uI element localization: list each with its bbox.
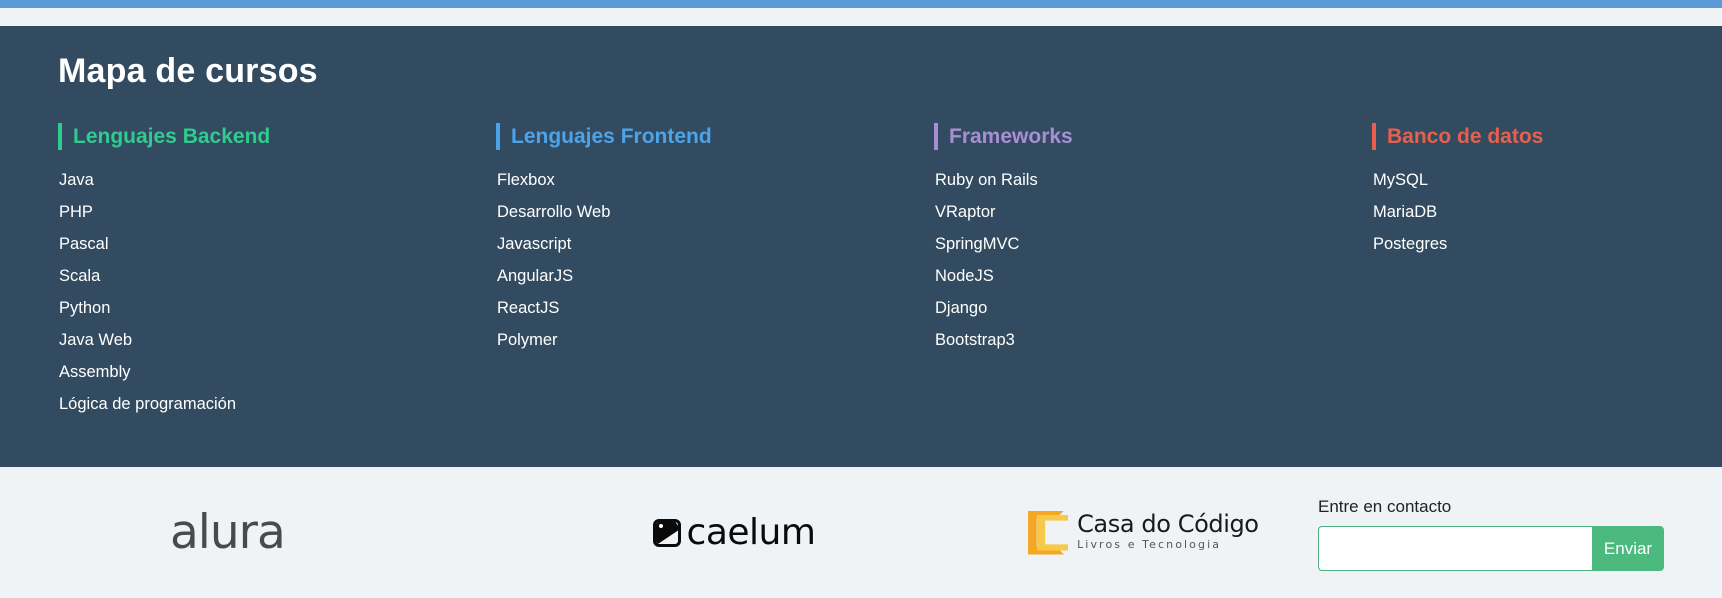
list-item[interactable]: Java Web [58,332,496,349]
contact-block: Entre en contacto Enviar [1318,494,1664,571]
column-header-frameworks: Frameworks [934,123,1372,150]
partner-logos: alura caelum Casa do Código Livros e Tec… [0,509,1318,556]
list-item[interactable]: ReactJS [496,300,934,317]
accent-bar-frameworks [934,123,938,150]
list-item[interactable]: VRaptor [934,204,1372,221]
list-item[interactable]: Postegres [1372,236,1722,253]
casa-do-codigo-c-icon [1028,510,1069,555]
alura-logo-slot: alura [170,509,519,556]
column-header-database: Banco de datos [1372,123,1722,150]
column-title-frontend: Lenguajes Frontend [511,125,712,148]
caelum-logo[interactable]: caelum [652,511,816,553]
list-item[interactable]: Scala [58,268,496,285]
accent-bar-frontend [496,123,500,150]
contact-label: Entre en contacto [1318,497,1452,516]
top-accent-bar [0,0,1722,8]
contact-form: Enviar [1318,526,1664,571]
alura-logo[interactable]: alura [170,509,286,556]
caelum-logo-text: caelum [686,511,816,553]
list-item[interactable]: MariaDB [1372,204,1722,221]
course-columns: Lenguajes Backend Java PHP Pascal Scala … [0,123,1722,428]
contact-email-input[interactable] [1318,526,1592,571]
column-title-frameworks: Frameworks [949,125,1073,148]
list-item[interactable]: Polymer [496,332,934,349]
course-column-backend: Lenguajes Backend Java PHP Pascal Scala … [58,123,496,428]
course-column-database: Banco de datos MySQL MariaDB Postegres [1372,123,1722,428]
column-header-backend: Lenguajes Backend [58,123,496,150]
accent-bar-database [1372,123,1376,150]
site-footer: alura caelum Casa do Código Livros e Tec… [0,467,1722,598]
course-list-database: MySQL MariaDB Postegres [1372,172,1722,253]
caelum-logo-slot: caelum [519,511,908,553]
list-item[interactable]: PHP [58,204,496,221]
list-item[interactable]: Python [58,300,496,317]
list-item[interactable]: Java [58,172,496,189]
column-header-frontend: Lenguajes Frontend [496,123,934,150]
list-item[interactable]: Bootstrap3 [934,332,1372,349]
list-item[interactable]: Ruby on Rails [934,172,1372,189]
list-item[interactable]: Assembly [58,364,496,381]
list-item[interactable]: AngularJS [496,268,934,285]
casa-do-codigo-text: Casa do Código Livros e Tecnologia [1077,512,1259,553]
list-item[interactable]: MySQL [1372,172,1722,189]
list-item[interactable]: Flexbox [496,172,934,189]
page-root: Mapa de cursos Lenguajes Backend Java PH… [0,0,1722,598]
casa-do-codigo-subtitle: Livros e Tecnologia [1077,538,1222,552]
list-item[interactable]: Pascal [58,236,496,253]
course-list-backend: Java PHP Pascal Scala Python Java Web As… [58,172,496,413]
page-title: Mapa de cursos [58,52,318,90]
caelum-dot-icon [658,523,663,528]
list-item[interactable]: Javascript [496,236,934,253]
list-item[interactable]: Lógica de programación [58,396,496,413]
list-item[interactable]: SpringMVC [934,236,1372,253]
course-column-frameworks: Frameworks Ruby on Rails VRaptor SpringM… [934,123,1372,428]
course-list-frameworks: Ruby on Rails VRaptor SpringMVC NodeJS D… [934,172,1372,349]
top-spacer [0,8,1722,26]
casa-do-codigo-title: Casa do Código [1077,510,1259,539]
contact-submit-button[interactable]: Enviar [1592,526,1664,571]
list-item[interactable]: Desarrollo Web [496,204,934,221]
accent-bar-backend [58,123,62,150]
casa-do-codigo-logo[interactable]: Casa do Código Livros e Tecnologia [1028,510,1259,555]
list-item[interactable]: Django [934,300,1372,317]
course-column-frontend: Lenguajes Frontend Flexbox Desarrollo We… [496,123,934,428]
column-title-backend: Lenguajes Backend [73,125,271,148]
caelum-mark-icon [652,518,681,547]
column-title-database: Banco de datos [1387,125,1544,148]
course-list-frontend: Flexbox Desarrollo Web Javascript Angula… [496,172,934,349]
casa-do-codigo-logo-slot: Casa do Código Livros e Tecnologia [909,510,1318,555]
course-map-section: Mapa de cursos Lenguajes Backend Java PH… [0,26,1722,467]
list-item[interactable]: NodeJS [934,268,1372,285]
